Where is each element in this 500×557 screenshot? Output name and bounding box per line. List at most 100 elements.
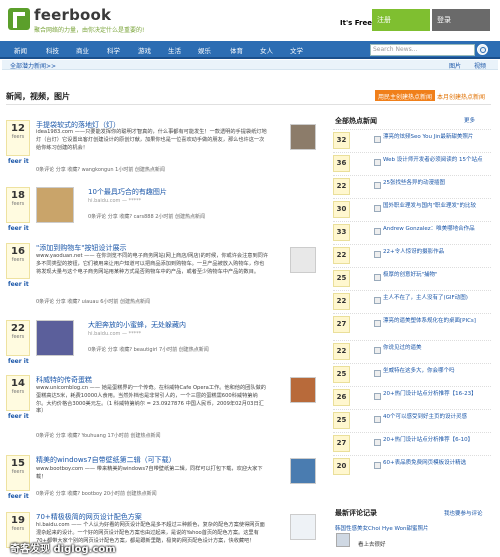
feer-icon[interactable]: [374, 136, 381, 143]
hot-news-row: 22 22+令人惊讶的摄影作品: [333, 244, 491, 265]
hot-count: 30: [333, 201, 350, 218]
news-thumbnail[interactable]: [36, 320, 74, 356]
feer-icon[interactable]: [374, 393, 381, 400]
feer-icon[interactable]: [374, 182, 381, 189]
hot-count: 27: [333, 435, 350, 452]
hot-news-link[interactable]: 你说见过的逼美: [383, 345, 491, 352]
feer-it-button[interactable]: feer it: [8, 358, 29, 365]
hot-news-row: 25 极厚的创意好玩"捕物": [333, 267, 491, 288]
news-thumbnail[interactable]: [36, 187, 74, 223]
news-thumbnail[interactable]: [290, 247, 316, 273]
hot-news-row: 27 漂亮的逼美塑体系规化在的桌面[PICs]: [333, 313, 491, 334]
section-title: 新闻，视频，图片: [6, 92, 70, 101]
news-title[interactable]: 10个最具巧合的有趣图片: [88, 187, 167, 197]
feer-it-button[interactable]: feer it: [8, 413, 29, 420]
news-thumbnail[interactable]: [290, 514, 316, 540]
feer-icon[interactable]: [374, 439, 381, 446]
nav-item[interactable]: 游戏: [138, 45, 151, 55]
hot-news-link[interactable]: 极厚的创意好玩"捕物": [383, 272, 491, 279]
news-item: 22 feers feer it 大胆奔放的小蜜蜂，无处躲藏内 hi.baidu.…: [6, 320, 326, 365]
nav-item[interactable]: 生活: [168, 45, 181, 55]
nav-item[interactable]: 科学: [107, 45, 120, 55]
news-title[interactable]: "添加到购物车"按钮设计展示: [36, 243, 126, 253]
news-title[interactable]: 科威特的传奇蛋糕: [36, 375, 92, 385]
comments-more-link[interactable]: 我也要参与评论: [444, 509, 483, 517]
hot-news-link[interactable]: 20+热门设计站点分析推荐【6-10】: [383, 437, 491, 444]
feer-icon[interactable]: [374, 228, 381, 235]
feer-icon[interactable]: [374, 205, 381, 212]
hot-count: 20: [333, 458, 350, 475]
nav-item[interactable]: 新闻: [14, 45, 27, 55]
news-source: hi.baidu.com — *****: [88, 331, 142, 337]
sub-bar: 全部潜力新闻>> 图片 视频: [2, 60, 498, 70]
hot-news-row: 25 坐威特在这多大，你会哪个吗: [333, 363, 491, 384]
feer-badge: 12 feers: [6, 120, 30, 156]
logo-icon[interactable]: [8, 8, 30, 30]
hot-news-link[interactable]: 60+表品质免费网页模板设计精选: [383, 460, 491, 467]
images-link[interactable]: 图片: [449, 61, 461, 70]
news-thumbnail[interactable]: [290, 377, 316, 403]
hot-count: 25: [333, 412, 350, 429]
feer-icon[interactable]: [374, 159, 381, 166]
login-button[interactable]: 登录: [432, 9, 490, 31]
brand-name[interactable]: feerbook: [34, 6, 111, 24]
hot-news-link[interactable]: 22+令人惊讶的摄影作品: [383, 249, 491, 256]
news-item: 12 feers feer it 手提袋软式的落地灯（灯） idea1983.co…: [6, 120, 326, 180]
feer-icon[interactable]: [374, 416, 381, 423]
feer-icon[interactable]: [374, 320, 381, 327]
feer-icon[interactable]: [374, 462, 381, 469]
feer-it-button[interactable]: feer it: [8, 281, 29, 288]
news-item: 18 feers feer it 10个最具巧合的有趣图片 hi.baidu.co…: [6, 187, 326, 232]
hot-count: 33: [333, 224, 350, 241]
nav-item[interactable]: 体育: [230, 45, 243, 55]
hot-news-link[interactable]: 坐威特在这多大，你会哪个吗: [383, 368, 491, 375]
nav-item[interactable]: 女人: [260, 45, 273, 55]
tab-monthly-hot[interactable]: 本月创建热点新闻: [437, 92, 485, 101]
nav-item[interactable]: 科技: [46, 45, 59, 55]
news-title[interactable]: 70+精极极简的网页设计配色方案: [36, 512, 142, 522]
feer-badge: 22 feers: [6, 320, 30, 356]
feer-icon[interactable]: [374, 347, 381, 354]
feer-icon[interactable]: [374, 370, 381, 377]
comment-news-link[interactable]: 韩国性感美女Choi Hye Won甜蜜照片: [335, 524, 428, 532]
hot-news-row: 22 主人不在了，主人没有了(GIF动图): [333, 290, 491, 311]
feer-icon[interactable]: [374, 297, 381, 304]
nav-item[interactable]: 娱乐: [198, 45, 211, 55]
news-thumbnail[interactable]: [290, 124, 316, 150]
news-thumbnail[interactable]: [290, 458, 316, 484]
feer-it-button[interactable]: feer it: [8, 225, 29, 232]
hot-news-more-link[interactable]: 更多: [464, 116, 475, 124]
tab-democratic-hot[interactable]: 用民主创建热点新闻: [375, 90, 436, 101]
avatar[interactable]: [336, 533, 350, 547]
hot-news-link[interactable]: 20+热门设计站点分析推荐【16-23】: [383, 391, 491, 398]
feer-it-button[interactable]: feer it: [8, 493, 29, 500]
watermark: 奇客发现 diglog.com: [10, 544, 116, 555]
hot-news-link[interactable]: 25张找些各异的动漫插图: [383, 180, 491, 187]
feer-it-button[interactable]: feer it: [8, 158, 29, 165]
search-icon[interactable]: [477, 44, 488, 55]
news-title[interactable]: 精美的windows7自带壁纸第二辑（可下载）: [36, 455, 176, 465]
hot-count: 32: [333, 132, 350, 149]
hot-news-link[interactable]: 40个可以感受到好主页的设计灵感: [383, 414, 491, 421]
search-input[interactable]: Search News...: [370, 44, 475, 56]
feer-icon[interactable]: [374, 274, 381, 281]
nav-item[interactable]: 商业: [76, 45, 89, 55]
feer-icon[interactable]: [374, 251, 381, 258]
hot-news-link[interactable]: Web 设计师开发者必须阅读的 15个站点: [383, 157, 491, 164]
videos-link[interactable]: 视频: [474, 61, 486, 70]
news-desc: www.yaoduan.net —— 在你浏览不同的电子商务网站(网上商店/网店…: [36, 253, 269, 275]
news-desc: www.unicomblog.cn —— 她是蛋糕界的一个传奇。在科威特Cafe…: [36, 385, 266, 415]
news-item: 16 feers feer it "添加到购物车"按钮设计展示 www.yaodu…: [6, 243, 326, 305]
hot-news-link[interactable]: 国外职业理发与国内"职业理发"的比较: [383, 203, 491, 210]
hot-news-link[interactable]: Andrew Gonzalez：唯美哪地合作品: [383, 226, 491, 233]
nav-item[interactable]: 文学: [290, 45, 303, 55]
hot-news-link[interactable]: 漂亮的炫频Seo You Jin最新甜美照片: [383, 134, 491, 141]
hot-news-row: 36 Web 设计师开发者必须阅读的 15个站点: [333, 152, 491, 173]
hot-news-link[interactable]: 漂亮的逼美塑体系规化在的桌面[PICs]: [383, 318, 491, 325]
news-title[interactable]: 大胆奔放的小蜜蜂，无处躲藏内: [88, 320, 186, 330]
comments-title: 最新评论记录: [335, 509, 377, 517]
divider: [6, 104, 491, 105]
hot-news-link[interactable]: 主人不在了，主人没有了(GIF动图): [383, 295, 491, 302]
register-button[interactable]: 注册: [372, 9, 430, 31]
all-potential-news-link[interactable]: 全部潜力新闻>>: [10, 61, 56, 70]
